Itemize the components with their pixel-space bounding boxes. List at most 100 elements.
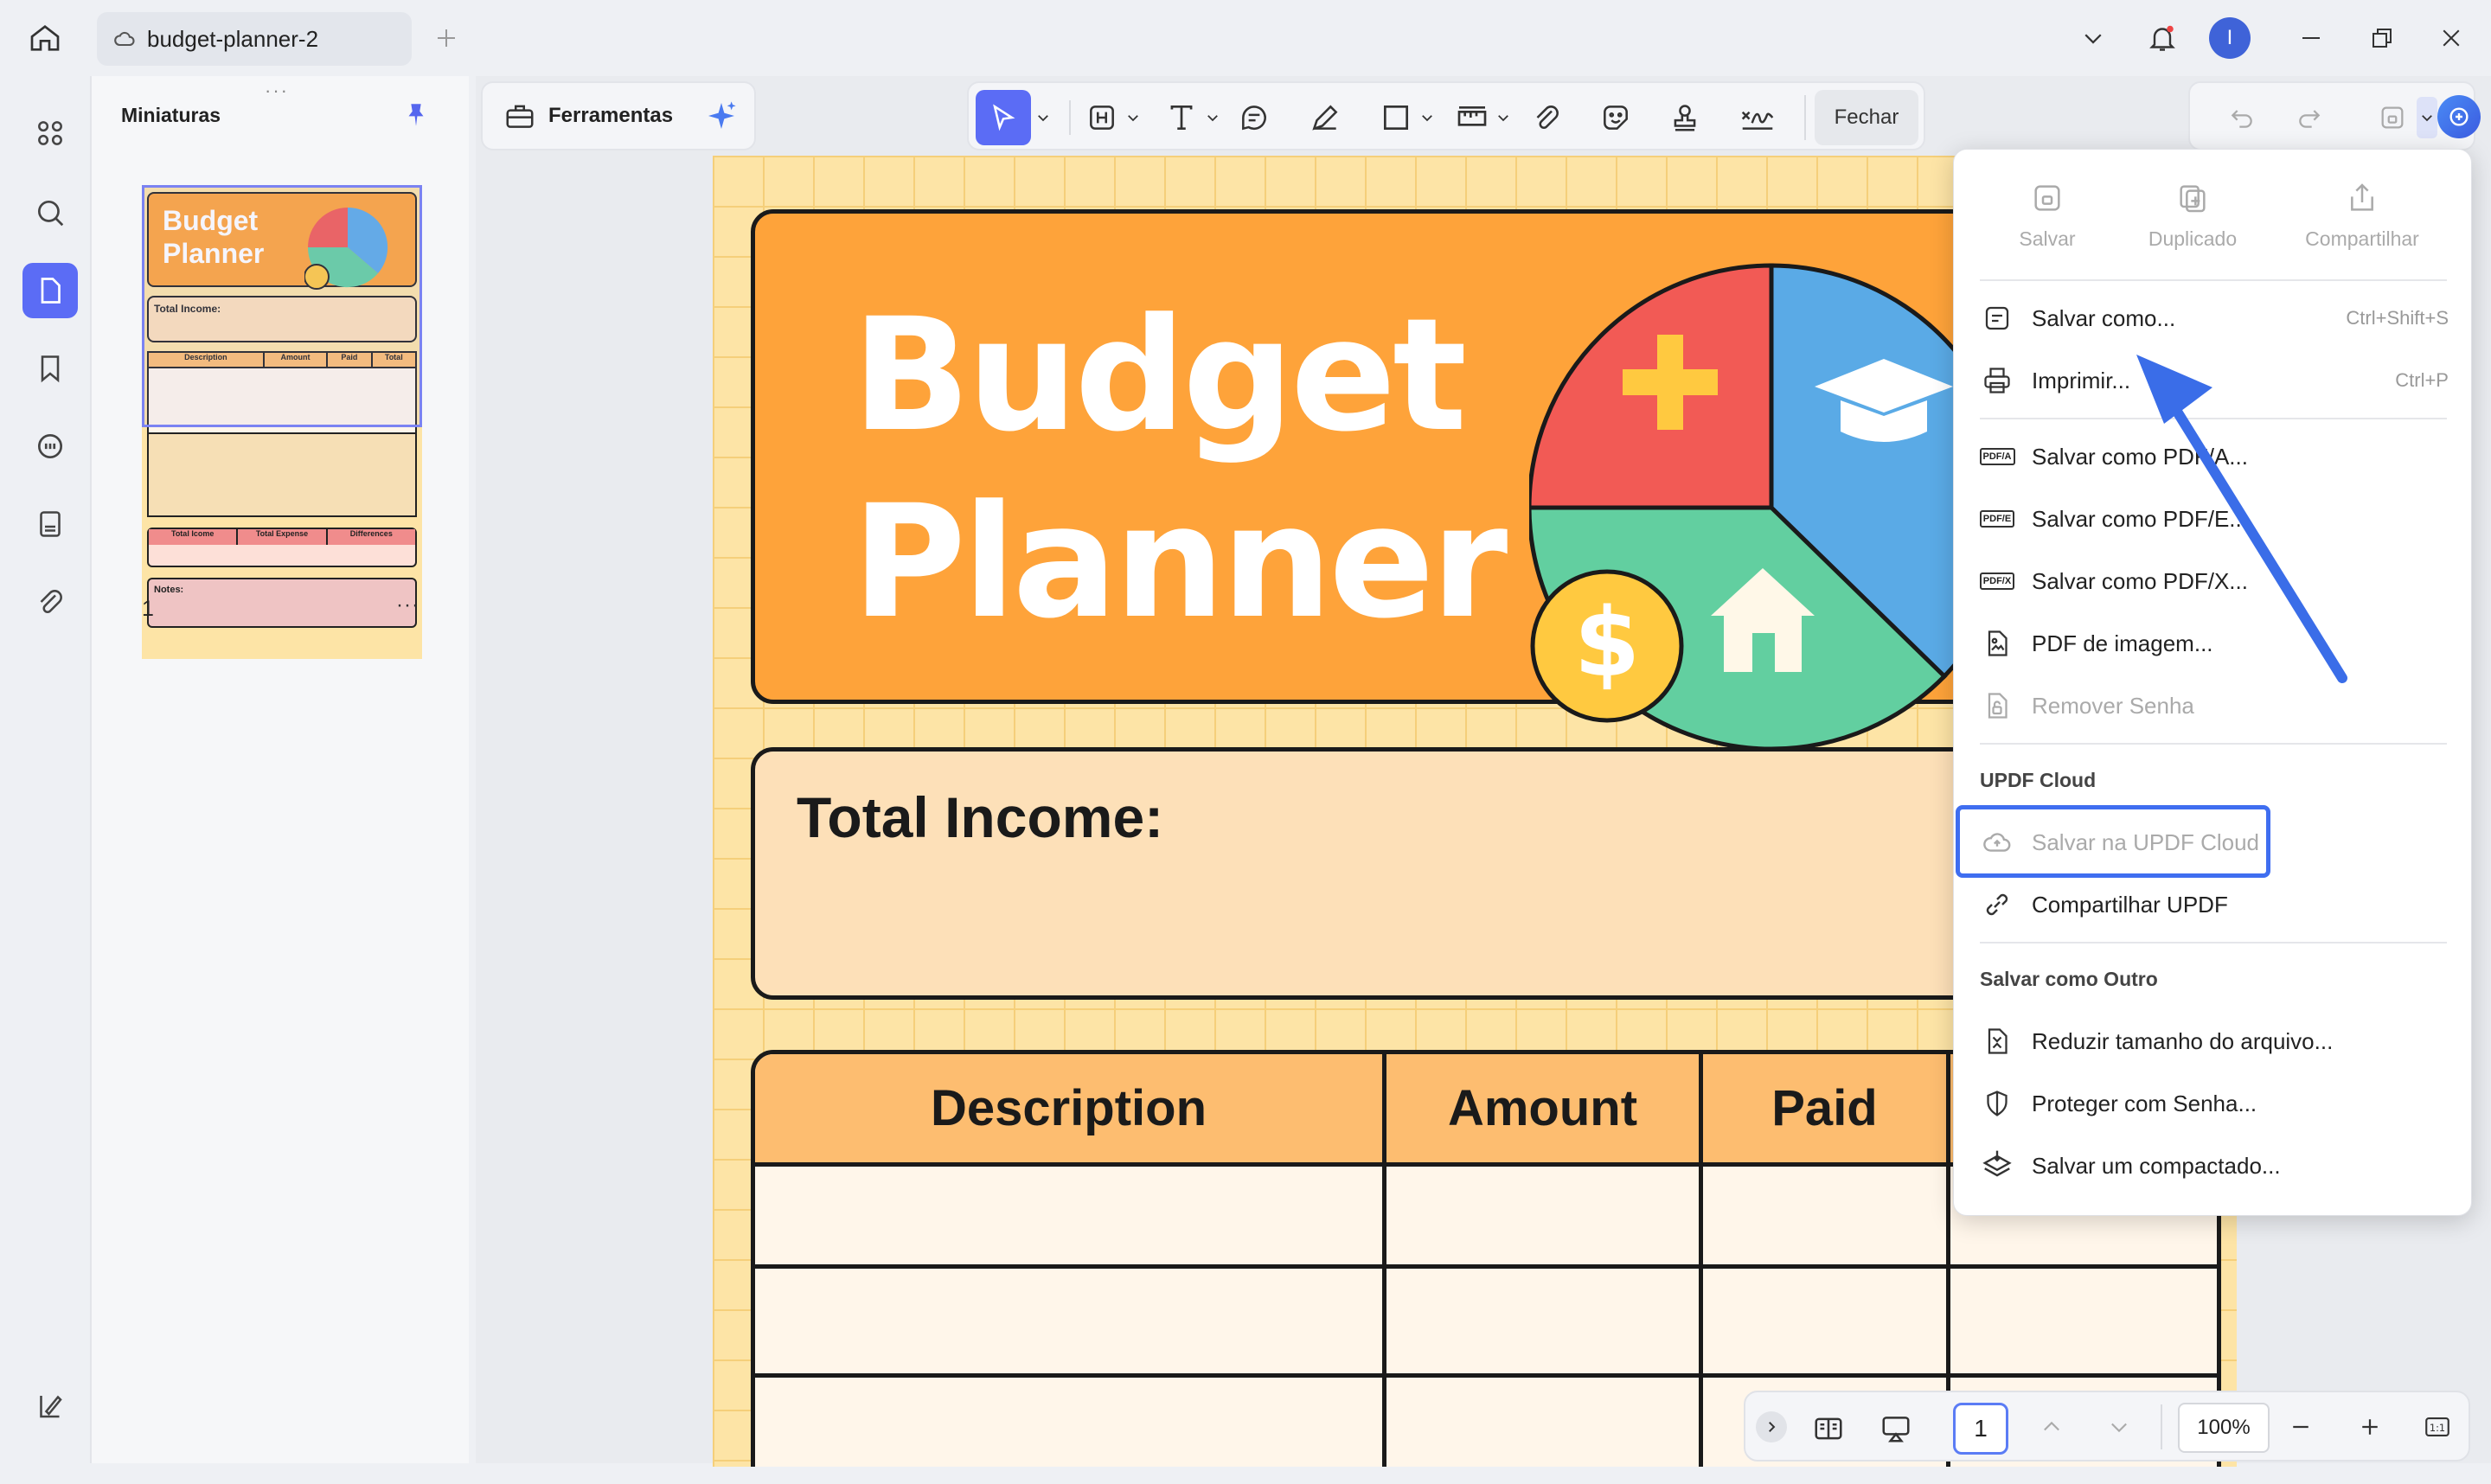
pin-icon[interactable] [401, 100, 431, 130]
prev-page-icon[interactable] [2033, 1408, 2071, 1446]
thumb-summary-cell: Total Icome [149, 529, 239, 545]
thumb-table-continued [147, 434, 417, 517]
note-tool-icon[interactable] [1233, 97, 1275, 138]
pdfa-icon: PDF/A [1978, 438, 2016, 476]
close-tools-button[interactable]: Fechar [1815, 90, 1918, 145]
column-header: Amount [1386, 1054, 1703, 1162]
chevron-down-icon[interactable] [1417, 104, 1438, 131]
search-icon[interactable] [22, 185, 78, 240]
thumb-notes: Notes: [147, 578, 417, 628]
item-shortcut: Ctrl+P [2395, 369, 2449, 391]
table-row [755, 1269, 2217, 1378]
actual-size-icon[interactable]: 1:1 [2418, 1408, 2456, 1446]
ai-sparkle-icon[interactable] [704, 99, 739, 133]
badge-label: PDF/X [1979, 572, 2015, 590]
chevron-down-icon[interactable] [1033, 104, 1053, 131]
measure-tool-icon[interactable] [1451, 97, 1493, 138]
left-rail [7, 76, 90, 1463]
divider [2161, 1404, 2162, 1449]
avatar-initial: I [2226, 26, 2233, 49]
save-icon [2030, 181, 2065, 215]
menu-share-action[interactable]: Compartilhar [2276, 181, 2449, 264]
page-number-input[interactable]: 1 [1953, 1403, 2008, 1455]
menu-divider [1980, 942, 2447, 943]
attachment-icon[interactable] [22, 574, 78, 630]
menu-divider [1980, 743, 2447, 745]
menu-divider [1980, 279, 2447, 281]
minimize-icon[interactable] [2294, 21, 2328, 55]
title-line1: Budget [852, 285, 1467, 466]
badge-label: PDF/E [1979, 510, 2015, 528]
restore-icon[interactable] [2365, 21, 2399, 55]
next-page-icon[interactable] [2100, 1408, 2138, 1446]
comment-icon[interactable] [22, 419, 78, 474]
share-updf-item[interactable]: Compartilhar UPDF [1978, 878, 2449, 931]
bell-icon[interactable] [2143, 19, 2181, 57]
zoom-level[interactable]: 100% [2178, 1403, 2270, 1453]
item-label: Salvar como... [2032, 304, 2176, 331]
apps-icon[interactable] [22, 106, 78, 161]
attach-tool-icon[interactable] [1526, 97, 1567, 138]
item-label: Compartilhar UPDF [2032, 891, 2228, 918]
page-navigation-bar: 1 100% 1:1 [1744, 1391, 2470, 1462]
chevron-down-icon[interactable] [1123, 104, 1143, 131]
save-dropdown-chevron-icon[interactable] [2417, 97, 2437, 138]
page-more-button[interactable]: ··· [396, 593, 419, 617]
form-icon[interactable] [22, 496, 78, 552]
menu-save-action[interactable]: Salvar [1978, 181, 2116, 264]
share-icon [2345, 181, 2379, 215]
presentation-icon[interactable] [1875, 1408, 1917, 1449]
updf-ai-icon[interactable] [2437, 95, 2481, 138]
toolbox-icon [503, 99, 536, 132]
annotation-toolbar: Fechar [967, 81, 1925, 150]
stamp-tool-icon[interactable] [1664, 97, 1706, 138]
column-header: Paid [1703, 1054, 1950, 1162]
collapse-arrow-icon[interactable] [1756, 1411, 1787, 1442]
pencil-tool-icon[interactable] [1304, 97, 1346, 138]
chevron-down-icon[interactable] [1493, 104, 1514, 131]
title-line2: Planner [852, 472, 1508, 653]
chevron-down-icon[interactable] [1202, 104, 1223, 131]
redo-icon[interactable] [2290, 99, 2328, 137]
bookmark-icon[interactable] [22, 341, 78, 396]
protect-password-item[interactable]: Proteger com Senha... [1978, 1077, 2449, 1130]
home-icon[interactable] [26, 19, 64, 57]
zoom-in-icon[interactable] [2351, 1408, 2389, 1446]
save-compressed-item[interactable]: Salvar um compactado... [1978, 1139, 2449, 1193]
chevron-down-icon[interactable] [2076, 21, 2110, 55]
new-tab-icon[interactable] [429, 21, 464, 55]
highlight-box [1956, 805, 2270, 878]
tools-pill[interactable]: Ferramentas [481, 81, 756, 150]
image-pdf-icon [1978, 624, 2016, 662]
zoom-out-icon[interactable] [2282, 1408, 2320, 1446]
undo-icon[interactable] [2223, 99, 2261, 137]
close-icon[interactable] [2434, 21, 2469, 55]
cloud-section-title: UPDF Cloud [1980, 769, 2097, 791]
document-tab[interactable]: budget-planner-2 [97, 12, 412, 66]
layers-icon[interactable] [22, 1378, 78, 1434]
duplicate-icon [2175, 181, 2210, 215]
action-label: Compartilhar [2305, 227, 2419, 250]
tab-title: budget-planner-2 [147, 25, 319, 52]
thumbnail-selection [142, 185, 422, 427]
svg-text:$: $ [1574, 587, 1641, 698]
thumbnails-icon[interactable] [22, 263, 78, 318]
menu-duplicate-action[interactable]: Duplicado [2123, 181, 2262, 264]
save-icon[interactable] [2373, 99, 2411, 137]
item-label: Reduzir tamanho do arquivo... [2032, 1027, 2334, 1054]
tools-label: Ferramentas [548, 104, 674, 127]
signature-tool-icon[interactable] [1733, 97, 1782, 138]
panel-title: Miniaturas [121, 104, 221, 126]
drag-handle[interactable]: ··· [265, 80, 289, 102]
avatar[interactable]: I [2209, 17, 2251, 59]
badge-label: PDF/A [1979, 448, 2015, 465]
reading-mode-icon[interactable] [1808, 1408, 1849, 1449]
title-bar: budget-planner-2 I [0, 0, 2491, 76]
shape-tool-icon[interactable] [1375, 97, 1417, 138]
select-tool-icon[interactable] [976, 90, 1031, 145]
highlight-tool-icon[interactable] [1081, 97, 1123, 138]
sticker-tool-icon[interactable] [1595, 97, 1636, 138]
unlock-file-icon [1978, 687, 2016, 725]
reduce-size-item[interactable]: Reduzir tamanho do arquivo... [1978, 1014, 2449, 1068]
text-tool-icon[interactable] [1161, 97, 1202, 138]
